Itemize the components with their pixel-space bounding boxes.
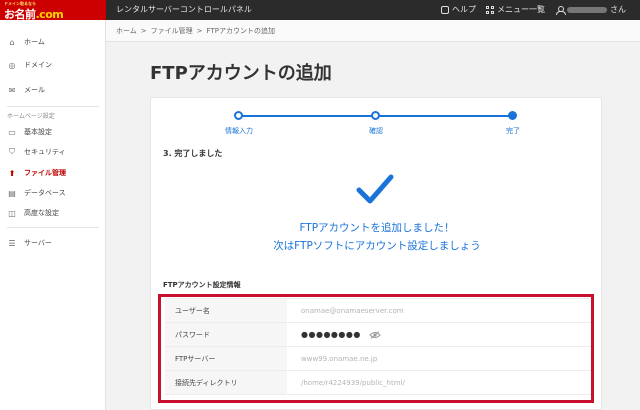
- step-dot-complete: [508, 111, 517, 120]
- top-bar: ドメイン取るなら お名前.com レンタルサーバーコントロールパネル ヘルプ メ…: [0, 0, 640, 21]
- step-dot-confirm: [371, 111, 380, 120]
- sidebar-divider: [7, 227, 99, 228]
- stepper-line: [239, 115, 376, 117]
- globe-icon: ◎: [8, 60, 16, 70]
- step-dot-input: [234, 111, 243, 120]
- grid-icon: [486, 5, 494, 14]
- breadcrumb-current: FTPアカウントの追加: [206, 26, 275, 35]
- home-icon: ⌂: [9, 37, 15, 47]
- server-icon: ☰: [8, 238, 16, 248]
- ftp-info-heading: FTPアカウント設定情報: [163, 281, 241, 289]
- user-id-redacted: [567, 6, 607, 13]
- sidebar-item-security[interactable]: ⛉ セキュリティ: [0, 142, 106, 162]
- breadcrumb-file-management[interactable]: ファイル管理: [151, 26, 193, 36]
- user-menu[interactable]: さん: [556, 4, 626, 15]
- mail-icon: ✉: [8, 85, 16, 95]
- sidebar-divider: [7, 106, 99, 107]
- sidebar-item-domain[interactable]: ◎ ドメイン: [0, 55, 106, 75]
- user-icon: [556, 5, 566, 15]
- settings-icon: ◫: [8, 208, 16, 218]
- completion-heading: 3. 完了しました: [163, 149, 223, 158]
- sidebar: ⌂ ホーム ◎ ドメイン ✉ メール ホームページ設定 ▭ 基本設定 ⛉ セキュ…: [0, 20, 106, 410]
- step-label-complete: 完了: [506, 127, 520, 135]
- step-label-confirm: 確認: [369, 127, 383, 135]
- sidebar-item-basic-settings[interactable]: ▭ 基本設定: [0, 122, 106, 142]
- onamae-logo[interactable]: ドメイン取るなら お名前.com: [0, 0, 106, 21]
- step-label-input: 情報入力: [225, 127, 253, 135]
- database-icon: ▤: [8, 188, 16, 198]
- sidebar-item-mail[interactable]: ✉ メール: [0, 80, 106, 100]
- breadcrumb-separator: >: [140, 26, 147, 35]
- page-title: FTPアカウントの追加: [150, 63, 332, 84]
- shield-icon: ⛉: [9, 147, 15, 156]
- checkmark-icon: [356, 174, 394, 204]
- help-icon: [441, 5, 449, 14]
- stepper-line: [376, 115, 513, 117]
- sidebar-item-home[interactable]: ⌂ ホーム: [0, 32, 106, 52]
- sidebar-item-advanced-settings[interactable]: ◫ 高度な設定: [0, 203, 106, 223]
- app-title: レンタルサーバーコントロールパネル: [116, 5, 252, 14]
- monitor-icon: ▭: [8, 127, 16, 137]
- breadcrumb-separator: >: [196, 26, 203, 35]
- success-message-line1: FTPアカウントを追加しました！: [299, 222, 455, 234]
- menu-list-link[interactable]: メニュー一覧: [486, 4, 545, 15]
- sidebar-item-file-management[interactable]: ⬆ ファイル管理: [0, 163, 106, 183]
- success-message-line2: 次はFTPソフトにアカウント設定しましょう: [273, 240, 481, 252]
- help-link[interactable]: ヘルプ: [441, 4, 476, 15]
- sidebar-item-server[interactable]: ☰ サーバー: [0, 233, 106, 253]
- breadcrumb-home[interactable]: ホーム: [116, 26, 137, 36]
- sidebar-section-label: ホームページ設定: [7, 113, 55, 120]
- sidebar-item-database[interactable]: ▤ データベース: [0, 183, 106, 203]
- highlight-box: [158, 294, 594, 403]
- upload-icon: ⬆: [8, 168, 16, 178]
- breadcrumb: ホーム > ファイル管理 > FTPアカウントの追加: [106, 20, 640, 42]
